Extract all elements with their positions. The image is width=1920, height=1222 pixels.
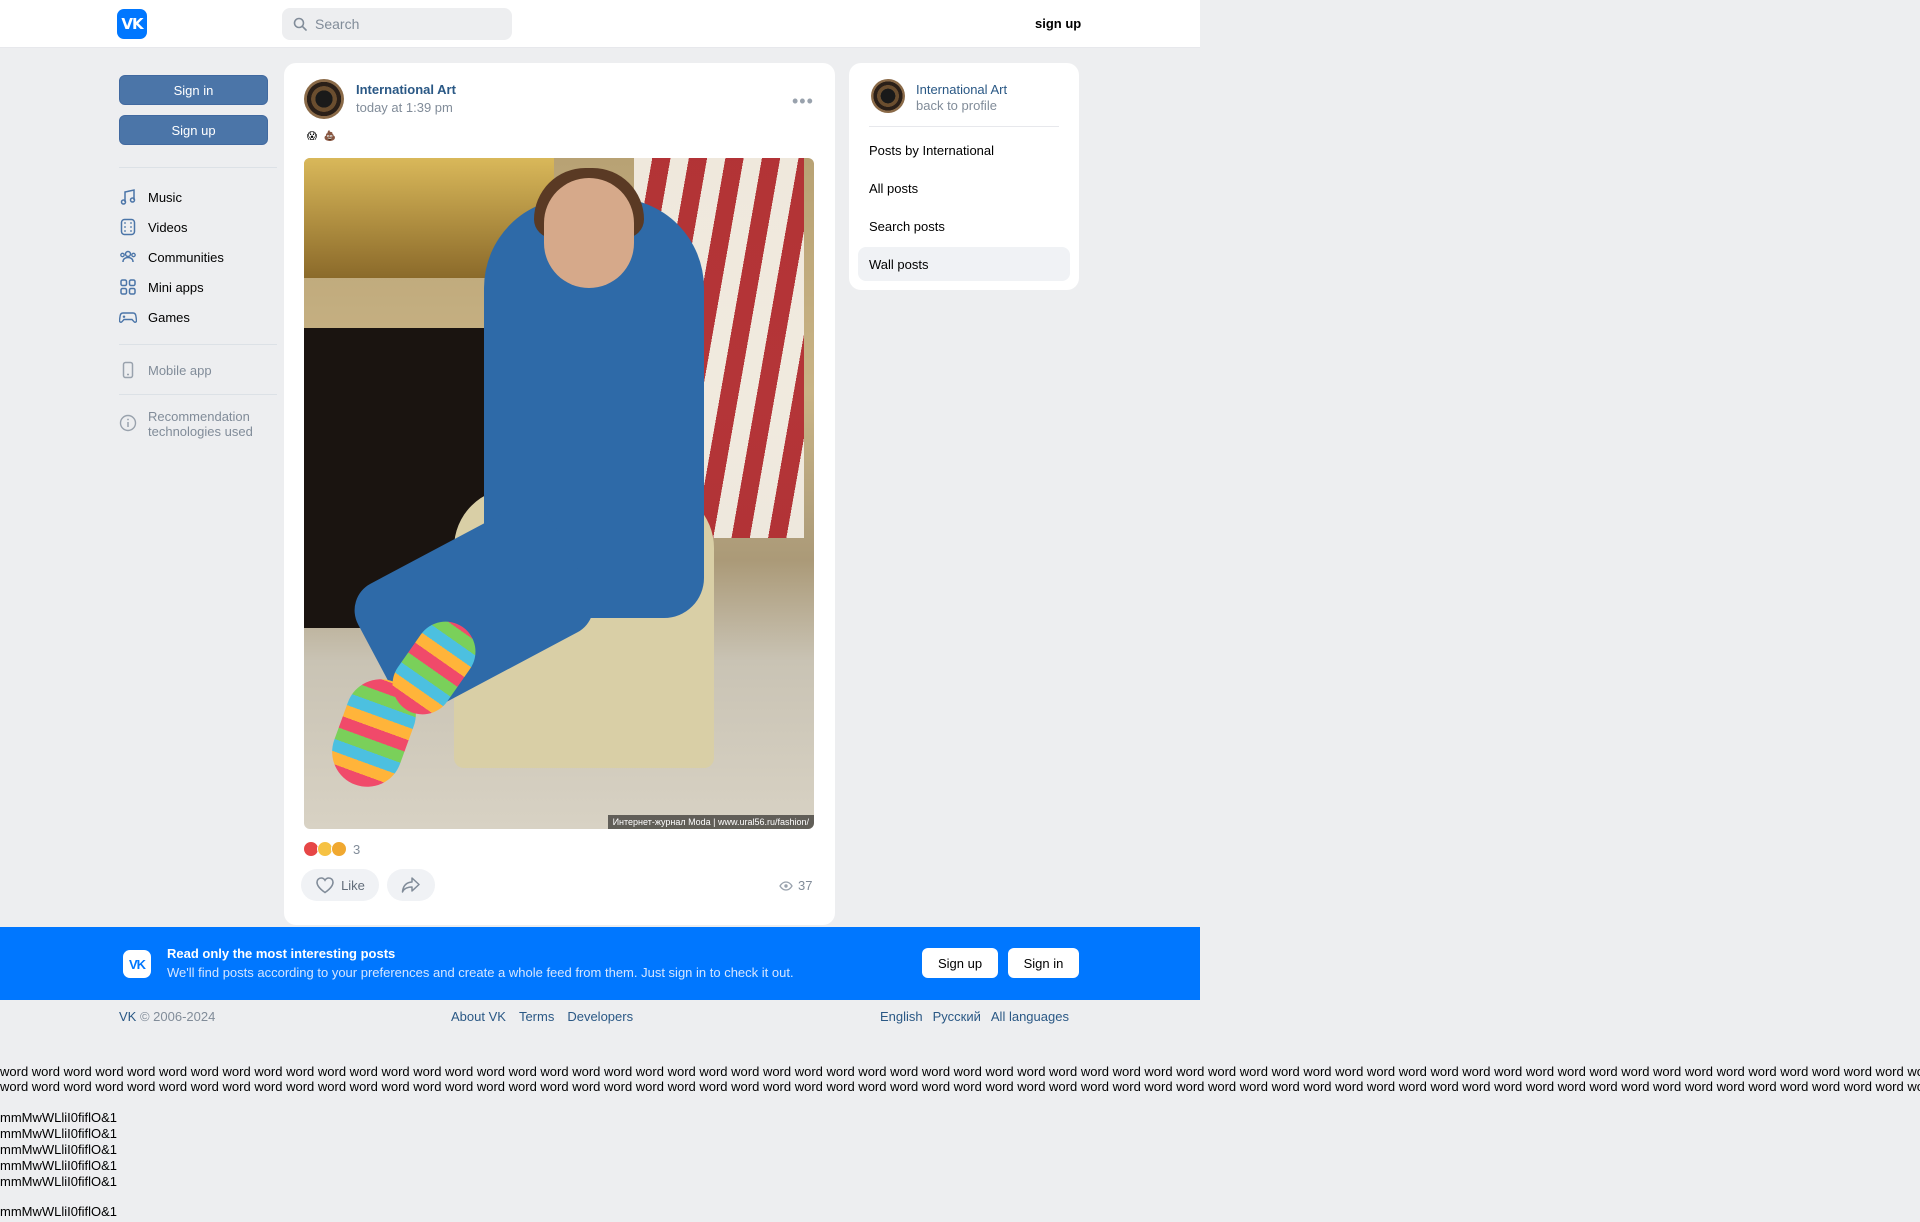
copyright-text: © 2006-2024 — [139, 1009, 216, 1024]
profile-posts-panel: International Art back to profile Posts … — [849, 63, 1079, 290]
nav-item-mini-apps[interactable]: Mini apps — [119, 277, 204, 297]
nav-item-games[interactable]: Games — [119, 307, 190, 327]
language-english[interactable]: English — [880, 1009, 923, 1024]
photo-head — [544, 178, 634, 288]
back-to-profile-link[interactable]: back to profile — [916, 98, 997, 113]
phone-icon — [122, 361, 134, 379]
divider — [869, 126, 1059, 127]
reactions[interactable]: 3 — [303, 841, 360, 857]
heart-icon — [316, 877, 334, 894]
poop-emoji: 💩 — [323, 130, 337, 142]
search-placeholder: Search — [315, 16, 360, 32]
glyph-line: mmMwWLliI0fiflO&1 — [0, 1126, 118, 1141]
post-card: International Art today at 1:39 pm ••• 😱… — [284, 63, 835, 925]
views-number: 37 — [798, 878, 813, 893]
vk-logo[interactable]: VK — [117, 9, 147, 39]
divider — [119, 167, 277, 168]
author-avatar[interactable] — [304, 79, 344, 119]
gamepad-icon — [119, 312, 137, 323]
glyph-line: mmMwWLliI0fiflO&1 — [0, 1110, 118, 1125]
footer-copyright: VK © 2006-2024 — [119, 1009, 215, 1024]
footer-languages: English Русский All languages — [880, 1009, 1069, 1024]
nav-item-label: Communities — [148, 249, 224, 265]
share-icon — [401, 877, 420, 893]
post-time[interactable]: today at 1:39 pm — [356, 100, 453, 115]
share-button[interactable] — [387, 869, 435, 901]
like-label: Like — [341, 877, 365, 893]
font-test-glyphs: mmMwWLliI0fiflO&1 mmMwWLliI0fiflO&1 mmMw… — [0, 1110, 117, 1220]
banner-signup-button[interactable]: Sign up — [922, 948, 998, 978]
header-signup-link[interactable]: sign up — [1035, 16, 1081, 31]
divider — [119, 344, 277, 345]
profile-name[interactable]: International Art — [916, 82, 1007, 97]
photo-watermark: Интернет-журнал Moda | www.ural56.ru/fas… — [607, 815, 814, 829]
nav-item-recommendation[interactable]: Recommendation technologies used — [119, 409, 253, 439]
footer-vk-link[interactable]: VK — [119, 1009, 136, 1024]
nav-item-label: Videos — [148, 219, 188, 235]
communities-icon — [120, 250, 136, 263]
nav-item-communities[interactable]: Communities — [119, 247, 224, 267]
wow-reaction-icon — [331, 841, 347, 857]
vk-logo: VK — [123, 950, 151, 978]
nav-item-mobile-app[interactable]: Mobile app — [119, 360, 212, 380]
post-photo[interactable]: Интернет-журнал Moda | www.ural56.ru/fas… — [304, 158, 814, 829]
more-options-icon[interactable]: ••• — [792, 91, 814, 112]
nav-item-label: Mini apps — [148, 279, 204, 295]
banner-subtitle: We'll find posts according to your prefe… — [167, 965, 794, 980]
menu-posts-by[interactable]: Posts by International — [869, 143, 994, 158]
footer-link-about[interactable]: About VK — [451, 1009, 506, 1024]
footer-link-developers[interactable]: Developers — [567, 1009, 633, 1024]
search-input[interactable]: Search — [282, 8, 512, 40]
mini-apps-icon — [120, 279, 136, 295]
sign-in-button[interactable]: Sign in — [119, 75, 268, 105]
recommendation-line-1: Recommendation — [148, 409, 250, 424]
banner-signin-button[interactable]: Sign in — [1008, 948, 1079, 978]
nav-item-videos[interactable]: Videos — [119, 217, 188, 237]
language-russian[interactable]: Русский — [933, 1009, 981, 1024]
info-icon — [119, 414, 137, 432]
post-author[interactable]: International Art — [356, 82, 456, 97]
post-text-emojis: 😱 💩 — [304, 128, 338, 144]
views-count: 37 — [779, 878, 812, 893]
signin-promo-banner: VK Read only the most interesting posts … — [0, 927, 1200, 1000]
video-icon — [120, 218, 136, 236]
banner-title: Read only the most interesting posts — [167, 946, 396, 961]
menu-search-posts[interactable]: Search posts — [869, 219, 945, 234]
nav-item-music[interactable]: Music — [119, 187, 182, 207]
footer-links: About VK Terms Developers — [451, 1009, 633, 1024]
footer-link-terms[interactable]: Terms — [519, 1009, 554, 1024]
language-all[interactable]: All languages — [991, 1009, 1069, 1024]
word-line: word word word word word word word word … — [0, 1079, 1920, 1094]
eye-icon — [779, 880, 793, 891]
glyph-line: mmMwWLliI0fiflO&1 — [0, 1158, 118, 1173]
nav-item-label: Mobile app — [148, 362, 212, 378]
nav-item-label: Games — [148, 309, 190, 325]
glyph-line: mmMwWLliI0fiflO&1 — [0, 1174, 118, 1189]
menu-wall-posts[interactable]: Wall posts — [858, 247, 1070, 281]
scream-emoji: 😱 — [306, 130, 318, 142]
top-header: VK Search sign up — [0, 0, 1200, 48]
menu-all-posts[interactable]: All posts — [869, 181, 918, 196]
music-icon — [120, 189, 136, 205]
sign-up-button[interactable]: Sign up — [119, 115, 268, 145]
reactions-count: 3 — [353, 841, 361, 857]
nav-item-label: Music — [148, 189, 182, 205]
glyph-line: mmMwWLliI0fiflO&1 — [0, 1142, 118, 1157]
divider — [119, 394, 277, 395]
search-icon — [293, 17, 307, 31]
glyph-line: mmMwWLliI0fiflO&1 — [0, 1204, 118, 1219]
recommendation-line-2: technologies used — [148, 424, 253, 439]
profile-avatar[interactable] — [871, 79, 905, 113]
word-line: word word word word word word word word … — [0, 1064, 1920, 1079]
like-button[interactable]: Like — [301, 869, 379, 901]
font-test-words: word word word word word word word word … — [0, 1064, 1920, 1094]
